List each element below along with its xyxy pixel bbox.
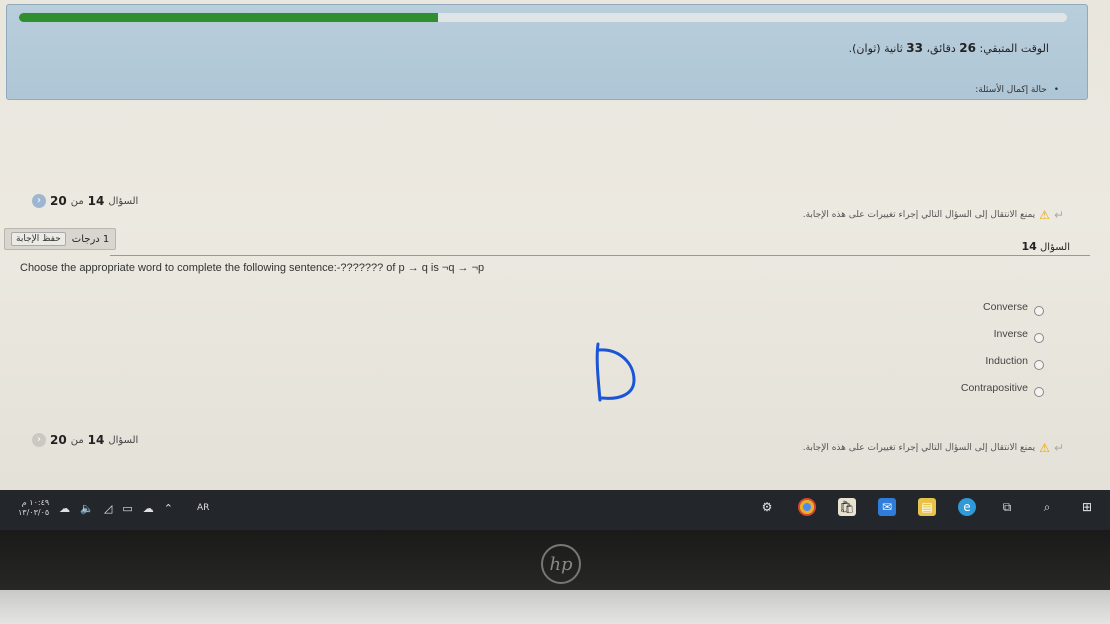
laptop-base	[0, 590, 1110, 624]
clock-time: ١٠:٤٩ م	[21, 498, 50, 507]
edge-icon[interactable]: e	[958, 498, 976, 516]
answer-options: Converse Inverse Induction Contrapositiv…	[844, 293, 1044, 401]
navigation-warning-bottom: ↵ ⚠ يمنع الانتقال إلى السؤال التالي إجرا…	[803, 441, 1070, 455]
radio-button[interactable]	[1034, 386, 1044, 397]
option-inverse[interactable]: Inverse	[844, 320, 1044, 347]
option-label: Induction	[985, 354, 1028, 367]
time-seconds: 33	[906, 41, 923, 55]
taskbar-apps: ⚙ 🛍 ✉ ▤ e ⧉ ⌕ ⊞	[758, 498, 1096, 516]
warning-text: يمنع الانتقال إلى السؤال التالي إجراء تغ…	[802, 443, 1036, 453]
question-status-label: حالة إكمال الأسئلة:	[975, 85, 1047, 95]
back-arrow-icon[interactable]: ↵	[1054, 441, 1064, 455]
system-tray: ١٠:٤٩ م ١٣/٠٣/٠٥ ☁ 🔈 ◿ ▭ ☁ ⌃ AR	[18, 498, 209, 518]
minutes-unit: دقائق،	[926, 42, 956, 55]
question-header: 1 درجات حفظ الإجابة السؤال 14	[0, 228, 1110, 258]
onedrive-icon[interactable]: ☁	[59, 502, 70, 515]
battery-icon[interactable]: ▭	[122, 502, 132, 515]
clock[interactable]: ١٠:٤٩ م ١٣/٠٣/٠٥	[18, 498, 49, 518]
files-icon[interactable]: ▤	[918, 498, 936, 516]
radio-button[interactable]	[1034, 332, 1044, 343]
nav-total: 20	[50, 194, 67, 208]
handwritten-d-mark	[595, 342, 636, 402]
time-minutes: 26	[959, 41, 976, 55]
nav-current: 14	[87, 433, 105, 447]
volume-icon[interactable]: 🔈	[80, 502, 94, 515]
question-info-box: 1 درجات حفظ الإجابة	[4, 228, 117, 250]
nav-total: 20	[50, 433, 67, 447]
windows-taskbar: ١٠:٤٩ م ١٣/٠٣/٠٥ ☁ 🔈 ◿ ▭ ☁ ⌃ AR ⚙ 🛍 ✉ ▤ …	[0, 490, 1110, 530]
nav-prefix: السؤال	[108, 434, 139, 446]
question-grade: 1 درجات	[71, 233, 110, 245]
question-number-label: السؤال	[1040, 242, 1070, 253]
search-icon[interactable]: ⌕	[1038, 498, 1056, 516]
browser-screen: الوقت المتبقي: 26 دقائق، 33 ثانية (ثوان)…	[0, 0, 1110, 490]
nav-of: من	[70, 434, 84, 446]
option-contrapositive[interactable]: Contrapositive	[844, 374, 1044, 401]
option-label: Inverse	[993, 327, 1028, 340]
option-label: Converse	[983, 300, 1028, 313]
mail-icon[interactable]: ✉	[878, 498, 896, 516]
time-progress-fill	[19, 13, 439, 22]
input-language[interactable]: AR	[197, 503, 209, 513]
time-remaining: الوقت المتبقي: 26 دقائق، 33 ثانية (ثوان)…	[849, 41, 1049, 55]
question-nav-top: السؤال 14 من 20 ‹	[32, 194, 138, 208]
nav-prefix: السؤال	[108, 195, 139, 207]
previous-question-icon[interactable]: ‹	[32, 194, 46, 208]
seconds-unit: ثانية (ثوان).	[848, 42, 903, 55]
radio-button[interactable]	[1034, 305, 1044, 316]
navigation-warning-top: ↵ ⚠ يمنع الانتقال إلى السؤال التالي إجرا…	[803, 208, 1070, 222]
divider	[110, 255, 1090, 256]
question-status-toggle[interactable]: • حالة إكمال الأسئلة:	[975, 85, 1059, 95]
back-arrow-icon[interactable]: ↵	[1054, 208, 1064, 222]
warning-icon: ⚠	[1039, 441, 1050, 455]
store-icon[interactable]: 🛍	[838, 498, 856, 516]
clock-date: ١٣/٠٣/٠٥	[18, 508, 50, 517]
previous-question-icon[interactable]: ‹	[32, 433, 46, 447]
task-view-icon[interactable]: ⧉	[998, 498, 1016, 516]
chrome-icon[interactable]	[798, 498, 816, 516]
nav-of: من	[70, 195, 84, 207]
radio-button[interactable]	[1034, 359, 1044, 370]
question-number-value: 14	[1021, 240, 1037, 253]
question-text: Choose the appropriate word to complete …	[20, 262, 485, 274]
option-induction[interactable]: Induction	[844, 347, 1044, 374]
quiz-timer-panel: الوقت المتبقي: 26 دقائق، 33 ثانية (ثوان)…	[6, 4, 1088, 100]
time-remaining-label: الوقت المتبقي:	[979, 42, 1050, 55]
bullet-icon: •	[1053, 85, 1059, 95]
hp-logo: hp	[541, 544, 581, 584]
warning-text: يمنع الانتقال إلى السؤال التالي إجراء تغ…	[802, 210, 1036, 220]
network-icon[interactable]: ◿	[104, 502, 112, 515]
question-number: السؤال 14	[1022, 240, 1070, 253]
nav-current: 14	[87, 194, 105, 208]
windows-start-icon[interactable]: ⊞	[1078, 498, 1096, 516]
option-converse[interactable]: Converse	[844, 293, 1044, 320]
option-label: Contrapositive	[960, 381, 1028, 394]
warning-icon: ⚠	[1039, 208, 1050, 222]
settings-icon[interactable]: ⚙	[758, 498, 776, 516]
question-nav-bottom: السؤال 14 من 20 ‹	[32, 433, 138, 447]
save-answer-button[interactable]: حفظ الإجابة	[11, 232, 66, 246]
cloud-icon[interactable]: ☁	[143, 502, 154, 515]
time-progress-bar	[19, 13, 1067, 22]
chevron-up-icon[interactable]: ⌃	[164, 502, 173, 515]
